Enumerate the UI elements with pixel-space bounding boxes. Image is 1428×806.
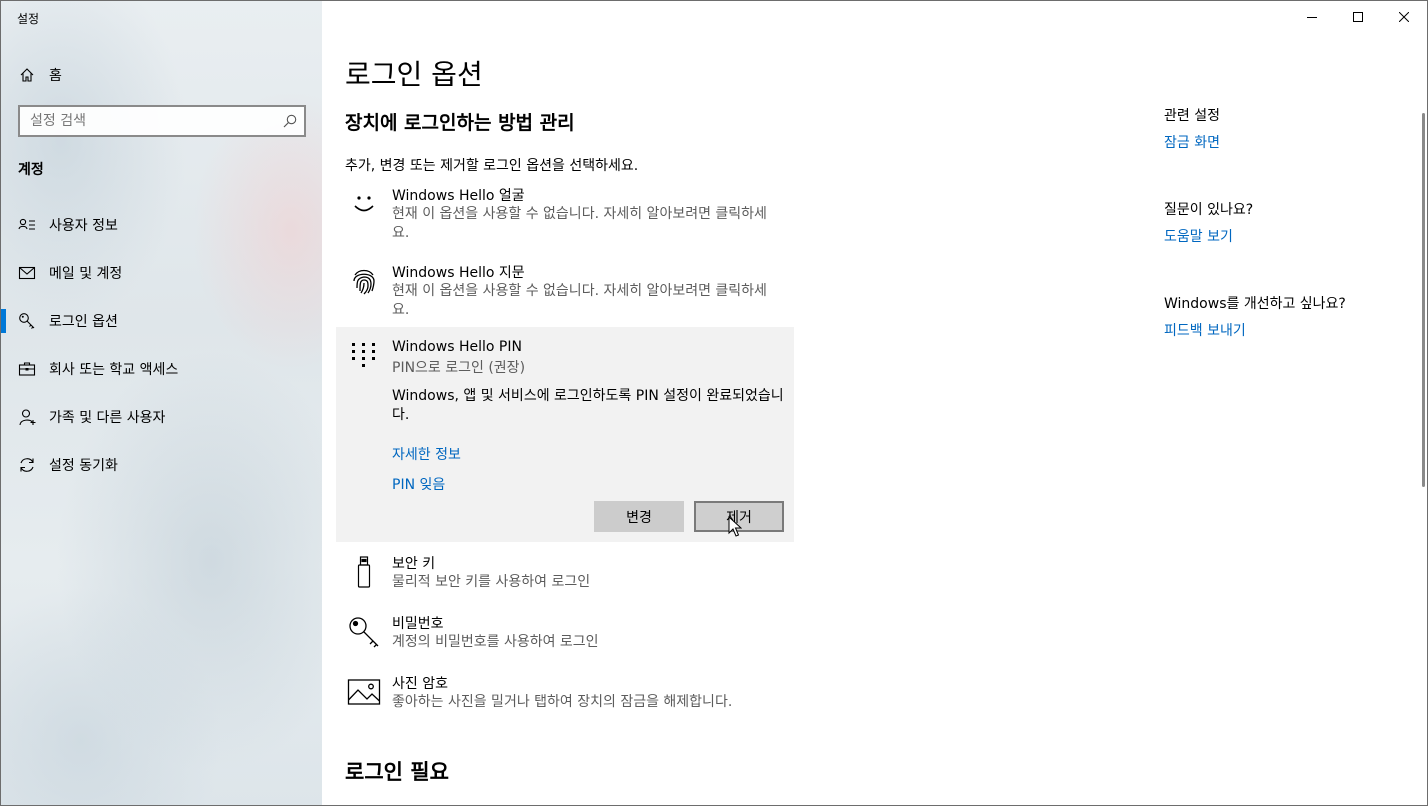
section-label-accounts: 계정 (18, 162, 44, 178)
sync-icon (18, 456, 36, 474)
sidebar-item-label: 설정 동기화 (49, 458, 118, 474)
sidebar: 설정 홈 계정 사용자 정보 (1, 1, 322, 805)
key-icon (18, 312, 36, 330)
sidebar-item-label: 가족 및 다른 사용자 (49, 410, 166, 426)
option-title: 사진 암호 (392, 676, 448, 692)
pin-forgot-link[interactable]: PIN 잊음 (392, 474, 445, 494)
option-security-key[interactable]: 보안 키 물리적 보안 키를 사용하여 로그인 (345, 553, 794, 593)
pin-subtitle: PIN으로 로그인 (권장) (392, 360, 526, 376)
get-help-link[interactable]: 도움말 보기 (1164, 226, 1233, 246)
fingerprint-icon (347, 264, 381, 298)
option-title: Windows Hello 얼굴 (392, 188, 525, 204)
window-controls (1289, 1, 1427, 33)
question-heading: 질문이 있나요? (1164, 202, 1254, 218)
minimize-button[interactable] (1289, 1, 1335, 33)
section-subtitle: 장치에 로그인하는 방법 관리 (345, 112, 575, 134)
instruction-text: 추가, 변경 또는 제거할 로그인 옵션을 선택하세요. (345, 158, 639, 174)
search-input[interactable] (30, 113, 270, 129)
scrollbar-thumb[interactable] (1422, 113, 1425, 487)
sidebar-item-label: 로그인 옵션 (49, 314, 118, 330)
pin-title: Windows Hello PIN (392, 339, 522, 355)
option-pin-panel[interactable]: Windows Hello PIN PIN으로 로그인 (권장) Windows… (336, 327, 794, 542)
search-box[interactable] (18, 105, 306, 137)
page-title: 로그인 옵션 (345, 58, 483, 91)
person-add-icon (18, 408, 36, 426)
change-pin-button[interactable]: 변경 (594, 501, 684, 532)
sidebar-item-work-school[interactable]: 회사 또는 학교 액세스 (1, 345, 322, 393)
related-settings-heading: 관련 설정 (1164, 108, 1220, 124)
option-fingerprint[interactable]: Windows Hello 지문 현재 이 옵션을 사용할 수 없습니다. 자세… (345, 262, 794, 322)
sidebar-item-your-info[interactable]: 사용자 정보 (1, 201, 322, 249)
option-face[interactable]: Windows Hello 얼굴 현재 이 옵션을 사용할 수 없습니다. 자세… (345, 185, 794, 245)
picture-icon (347, 675, 381, 709)
home-icon (19, 67, 35, 83)
mouse-cursor-icon (728, 516, 742, 538)
close-icon (1399, 12, 1409, 22)
improve-windows-heading: Windows를 개선하고 싶나요? (1164, 296, 1346, 312)
home-link[interactable]: 홈 (19, 65, 62, 85)
active-indicator (1, 309, 6, 333)
settings-window: 설정 홈 계정 사용자 정보 (0, 0, 1428, 806)
maximize-icon (1353, 12, 1363, 22)
close-button[interactable] (1381, 1, 1427, 33)
option-desc: 좋아하는 사진을 밀거나 탭하여 장치의 잠금을 해제합니다. (392, 694, 733, 710)
sidebar-item-label: 사용자 정보 (49, 218, 118, 234)
sidebar-item-sync-settings[interactable]: 설정 동기화 (1, 441, 322, 489)
sidebar-item-family-users[interactable]: 가족 및 다른 사용자 (1, 393, 322, 441)
maximize-button[interactable] (1335, 1, 1381, 33)
sidebar-item-label: 메일 및 계정 (49, 266, 123, 282)
lock-screen-link[interactable]: 잠금 화면 (1164, 132, 1220, 152)
option-title: Windows Hello 지문 (392, 265, 525, 281)
pin-more-info-link[interactable]: 자세한 정보 (392, 444, 461, 464)
give-feedback-link[interactable]: 피드백 보내기 (1164, 320, 1246, 340)
smile-face-icon (347, 187, 381, 221)
option-desc: 계정의 비밀번호를 사용하여 로그인 (392, 634, 599, 650)
mail-icon (18, 264, 36, 282)
option-desc: 현재 이 옵션을 사용할 수 없습니다. 자세히 알아보려면 클릭하세요. (392, 283, 767, 318)
option-password[interactable]: 비밀번호 계정의 비밀번호를 사용하여 로그인 (345, 613, 794, 653)
search-icon[interactable] (282, 113, 298, 129)
sidebar-nav: 사용자 정보 메일 및 계정 로그인 옵션 회사 또는 학교 액세스 가족 및 … (1, 201, 322, 489)
sidebar-item-label: 회사 또는 학교 액세스 (49, 362, 179, 378)
home-label: 홈 (49, 68, 62, 84)
option-title: 비밀번호 (392, 616, 444, 632)
option-title: 보안 키 (392, 556, 436, 572)
option-picture-password[interactable]: 사진 암호 좋아하는 사진을 밀거나 탭하여 장치의 잠금을 해제합니다. (345, 673, 794, 713)
keypad-icon (349, 341, 379, 371)
briefcase-icon (18, 360, 36, 378)
option-desc: 현재 이 옵션을 사용할 수 없습니다. 자세히 알아보려면 클릭하세요. (392, 206, 767, 241)
sidebar-item-sign-in-options[interactable]: 로그인 옵션 (1, 297, 322, 345)
usb-key-icon (347, 555, 381, 589)
key-icon (347, 615, 381, 649)
minimize-icon (1307, 12, 1317, 22)
person-card-icon (18, 216, 36, 234)
require-sign-in-heading: 로그인 필요 (345, 760, 449, 784)
pin-message: Windows, 앱 및 서비스에 로그인하도록 PIN 설정이 완료되었습니다… (392, 388, 784, 423)
sidebar-item-email-accounts[interactable]: 메일 및 계정 (1, 249, 322, 297)
app-title: 설정 (17, 12, 40, 26)
option-desc: 물리적 보안 키를 사용하여 로그인 (392, 574, 591, 590)
